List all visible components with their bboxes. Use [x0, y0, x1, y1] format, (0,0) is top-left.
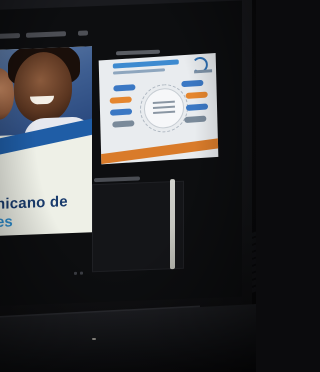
photo-scene: nicano de es — [0, 0, 256, 372]
thumb-subheading — [112, 68, 166, 75]
thumb-heading — [112, 59, 179, 69]
diagram-pill — [184, 115, 207, 124]
slide-title-line2: es — [0, 213, 13, 231]
thumb-orange-band — [98, 137, 219, 165]
diagram-pill — [185, 91, 208, 99]
next-slide-thumbnail[interactable] — [98, 52, 219, 165]
toolbar-tab[interactable] — [0, 33, 20, 39]
diagram-pill — [109, 96, 132, 104]
presenter-toolbar — [0, 22, 242, 46]
status-dot — [80, 271, 83, 275]
screen-glare — [170, 179, 175, 270]
woman-face — [14, 51, 72, 124]
diagram-pill — [181, 79, 204, 88]
toolbar-tab[interactable] — [78, 30, 88, 36]
slide-title-line1: nicano de — [0, 193, 68, 213]
center-text — [152, 100, 175, 105]
next-slide-label — [116, 49, 160, 56]
center-text — [152, 105, 175, 110]
diagram-pill — [113, 84, 136, 92]
diagram-pill — [109, 108, 133, 116]
logo-text — [194, 69, 213, 74]
notes-label — [94, 176, 140, 183]
status-dot — [74, 271, 77, 275]
toolbar-tab[interactable] — [26, 31, 66, 38]
power-led — [92, 338, 96, 340]
laptop-screen: nicano de es — [0, 0, 242, 306]
diagram-pill — [185, 103, 209, 111]
current-slide: nicano de es — [0, 46, 92, 237]
diagram-pill — [112, 120, 135, 128]
status-dots — [0, 0, 242, 275]
laptop-lid: nicano de es — [0, 0, 252, 330]
center-text — [153, 110, 176, 115]
